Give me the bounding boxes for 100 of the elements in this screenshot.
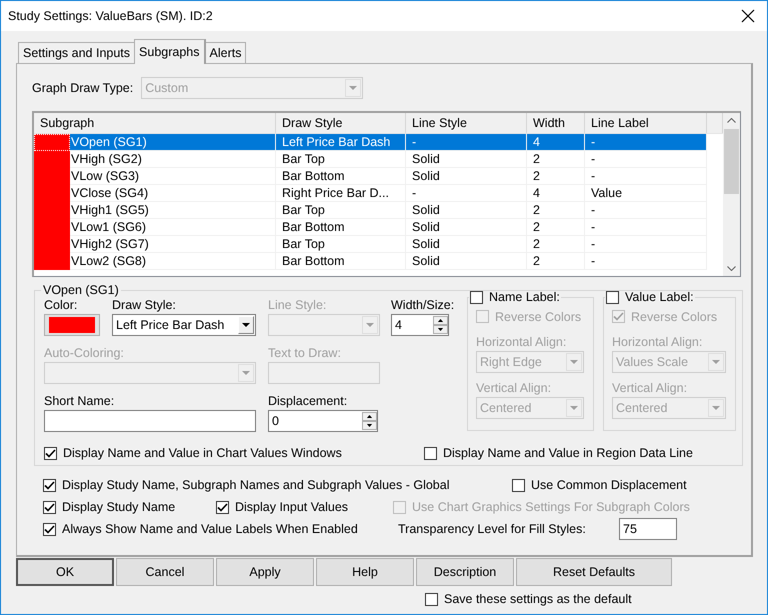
column-header[interactable]: Line Style (406, 113, 527, 133)
caret-down-icon (712, 360, 720, 364)
check-icon (44, 524, 55, 534)
table-row[interactable]: VLow1 (SG6) Bar Bottom Solid 2 - (34, 219, 707, 236)
check-icon (44, 480, 55, 490)
close-icon[interactable] (741, 9, 755, 23)
check-icon (217, 502, 228, 512)
checkbox[interactable]: Display Input Values (216, 499, 393, 515)
check-icon (44, 502, 55, 512)
table-cell: VHigh (SG2) (70, 151, 276, 168)
checkbox[interactable]: Display Name and Value in Chart Values Windows (44, 445, 424, 461)
window-title: Study Settings: ValueBars (SM). ID:2 (8, 9, 213, 23)
tab[interactable]: Subgraphs (134, 39, 206, 64)
checkbox[interactable]: Display Study Name (43, 499, 216, 515)
table-cell: Solid (406, 151, 527, 168)
table-cell: Solid (406, 253, 527, 270)
table-row[interactable]: VLow (SG3) Bar Bottom Solid 2 - (34, 168, 707, 185)
color-button[interactable] (44, 314, 100, 336)
field-label: Short Name: (44, 393, 116, 409)
table-cell: Solid (406, 236, 527, 253)
column-header[interactable]: Draw Style (276, 113, 406, 133)
spinner-field[interactable]: 0 (268, 410, 378, 432)
caret-down-icon (570, 360, 578, 364)
scroll-down-icon[interactable] (727, 266, 736, 271)
field-label: Transparency Level for Fill Styles: (398, 521, 587, 537)
column-header[interactable]: Subgraph (34, 113, 276, 133)
table-cell: 2 (527, 236, 585, 253)
table-row[interactable]: VLow2 (SG8) Bar Bottom Solid 2 - (34, 253, 707, 270)
table-cell: - (585, 253, 707, 270)
group-title: VOpen (SG1) (42, 283, 120, 297)
table-cell: 2 (527, 202, 585, 219)
checkbox[interactable]: Name Label: (470, 289, 560, 305)
checkbox[interactable]: Save these settings as the default (425, 591, 632, 607)
tab[interactable]: Settings and Inputs (18, 42, 136, 63)
table-cell: Bar Top (276, 202, 406, 219)
table-cell: Bar Bottom (276, 219, 406, 236)
spin-up-icon[interactable] (362, 412, 377, 421)
table-cell: Solid (406, 168, 527, 185)
column-header[interactable]: Width (527, 113, 585, 133)
table-cell: Value (585, 185, 707, 202)
table-cell: - (585, 202, 707, 219)
dropdown[interactable]: Left Price Bar Dash (112, 314, 256, 336)
table-cell: Bar Top (276, 151, 406, 168)
table-row[interactable]: VHigh2 (SG7) Bar Top Solid 2 - (34, 236, 707, 253)
spinner-field[interactable]: 4 (391, 314, 449, 336)
table-cell: 2 (527, 151, 585, 168)
caret-down-icon (242, 371, 250, 375)
table-cell: Left Price Bar Dash (276, 134, 406, 151)
spin-down-icon[interactable] (362, 421, 377, 430)
table-row[interactable]: VHigh1 (SG5) Bar Top Solid 2 - (34, 202, 707, 219)
table-cell: Right Price Bar D... (276, 185, 406, 202)
checkbox[interactable]: Display Study Name, Subgraph Names and Subgraph Values - Global (43, 477, 512, 493)
table-cell: - (585, 134, 707, 151)
table-cell: 2 (527, 253, 585, 270)
field-label: Vertical Align: (612, 380, 688, 396)
table-cell: VOpen (SG1) (70, 134, 276, 151)
dialog-button[interactable]: Description (416, 558, 514, 586)
checkbox[interactable]: Value Label: (606, 289, 694, 305)
field-label: Horizontal Align: (476, 334, 568, 350)
caret-down-icon (366, 323, 374, 327)
input-field[interactable] (44, 410, 256, 432)
field-label: Graph Draw Type: (32, 80, 134, 96)
dialog-button[interactable]: Reset Defaults (516, 558, 672, 586)
spin-up-icon[interactable] (433, 316, 448, 325)
table-cell: Bar Bottom (276, 253, 406, 270)
field-label: Vertical Align: (476, 380, 552, 396)
checkbox[interactable]: Always Show Name and Value Labels When Enabled (43, 521, 398, 537)
table-cell: - (406, 134, 527, 151)
checkbox[interactable]: Display Name and Value in Region Data Line (424, 445, 693, 461)
spin-down-icon[interactable] (433, 325, 448, 334)
scrollbar[interactable] (723, 113, 740, 276)
table-cell: VLow1 (SG6) (70, 219, 276, 236)
dialog-button[interactable]: OK (16, 558, 114, 586)
field-label: Text to Draw: (268, 345, 342, 361)
table-row[interactable]: VOpen (SG1) Left Price Bar Dash - 4 - (34, 134, 707, 151)
table-row[interactable]: VHigh (SG2) Bar Top Solid 2 - (34, 151, 707, 168)
table-cell: Bar Bottom (276, 168, 406, 185)
table-cell: - (406, 185, 527, 202)
checkbox[interactable]: Use Common Displacement (512, 477, 687, 493)
caret-down-icon (570, 406, 578, 410)
caret-down-icon (349, 86, 358, 90)
table-cell: Solid (406, 202, 527, 219)
table-cell: VHigh1 (SG5) (70, 202, 276, 219)
field-label: Draw Style: (112, 297, 177, 313)
table-cell: VLow (SG3) (70, 168, 276, 185)
check-icon (613, 312, 624, 321)
dialog-button[interactable]: Cancel (116, 558, 214, 586)
table-cell: VLow2 (SG8) (70, 253, 276, 270)
table-cell: - (585, 168, 707, 185)
column-header[interactable]: Line Label (585, 113, 707, 133)
table-cell: 4 (527, 134, 585, 151)
table-row[interactable]: VClose (SG4) Right Price Bar D... - 4 Value (34, 185, 707, 202)
input-field[interactable]: 75 (619, 518, 677, 540)
table-cell: VHigh2 (SG7) (70, 236, 276, 253)
field-label: Line Style: (268, 297, 328, 313)
scroll-up-icon[interactable] (727, 118, 736, 123)
dialog-button[interactable]: Apply (216, 558, 314, 586)
tab[interactable]: Alerts (204, 42, 246, 63)
table-cell: - (585, 151, 707, 168)
dialog-button[interactable]: Help (316, 558, 414, 586)
